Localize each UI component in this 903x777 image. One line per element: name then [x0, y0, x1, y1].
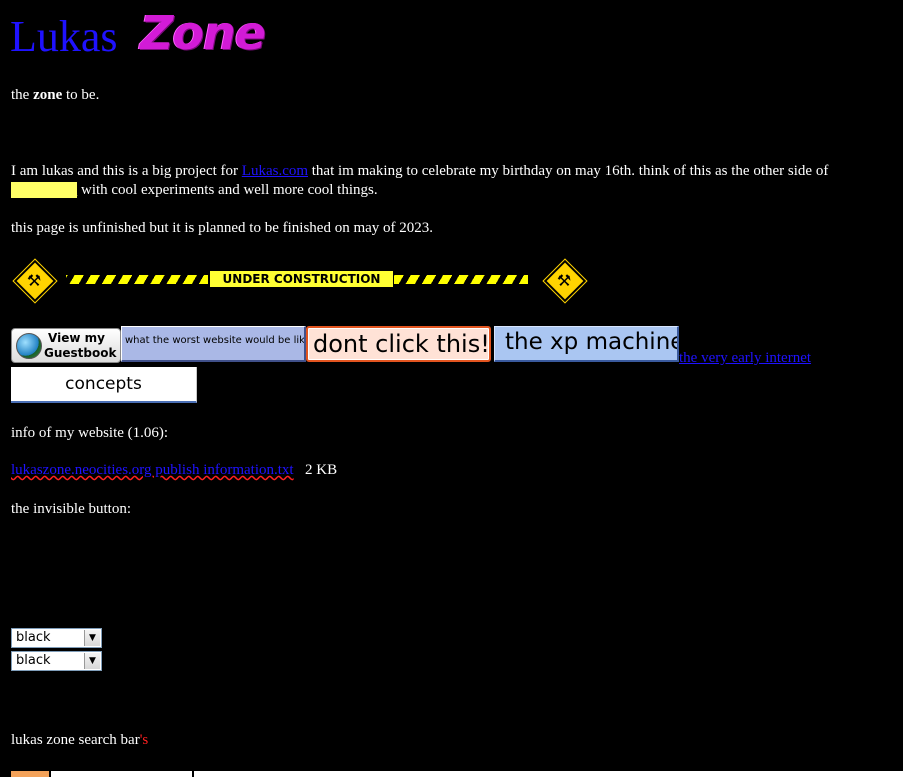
view-guestbook-button[interactable]: View my Guestbook [11, 328, 121, 363]
publish-info-file: lukaszone.neocities.org publish informat… [11, 461, 294, 480]
guestbook-label-line2: Guestbook [44, 346, 117, 360]
tagline-bold: zone [33, 87, 63, 103]
intro-line-1: I am lukas and this is a big project for… [11, 162, 828, 181]
intro-line-2: Lukas.com with cool experiments and well… [11, 181, 378, 200]
tagline: the zone to be. [11, 86, 99, 105]
very-early-internet-link[interactable]: the very early internet [679, 349, 811, 367]
lukas-com-link-2[interactable]: Lukas.com [11, 182, 78, 198]
under-construction-banner: ⚒ UNDER CONSTRUCTION ⚒ [12, 258, 588, 304]
concepts-button[interactable]: concepts [11, 367, 197, 403]
xp-machine-button[interactable]: the xp machine [494, 326, 679, 362]
color-select-1[interactable]: black ▼ [11, 628, 102, 648]
chevron-down-icon: ▼ [84, 630, 100, 646]
intro-text-a: I am lukas and this is a big project for [11, 163, 242, 179]
under-construction-text: UNDER CONSTRUCTION [210, 271, 393, 287]
globe-icon [16, 333, 42, 359]
file-size: 2 KB [305, 462, 338, 478]
worst-website-button[interactable]: what the worst website would be like [121, 326, 306, 362]
invisible-button-label: the invisible button: [11, 501, 131, 517]
intro-text-b: that im making to celebrate my birthday … [308, 163, 829, 179]
search-engine-tab[interactable] [11, 771, 49, 777]
caution-stripes-right [394, 275, 528, 284]
publish-info-file-link[interactable]: lukaszone.neocities.org publish informat… [11, 462, 294, 478]
color-select-2-value: black [16, 653, 51, 668]
lukas-com-link-1[interactable]: Lukas.com [242, 163, 308, 179]
chevron-down-icon: ▼ [84, 653, 100, 669]
search-bar-label: lukas zone search bar's [11, 731, 148, 750]
color-select-1-value: black [16, 630, 51, 645]
intro-text-c: with cool experiments and well more cool… [77, 182, 378, 198]
dont-click-button[interactable]: dont click this! [306, 326, 491, 362]
search-label-tail: 's [139, 732, 149, 748]
site-title-lukas: Lukas [10, 12, 118, 61]
guestbook-label-line1: View my [48, 331, 105, 345]
caution-stripes-left [66, 275, 208, 284]
tagline-suffix: to be. [62, 87, 100, 103]
tagline-prefix: the [11, 87, 34, 103]
unfinished-note: this page is unfinished but it is planne… [11, 220, 434, 236]
search-results-frame [194, 771, 903, 777]
color-select-2[interactable]: black ▼ [11, 651, 102, 671]
site-title-zone-logo: Zone [140, 6, 266, 60]
website-info-heading: info of my website (1.06): [11, 425, 169, 441]
search-label-main: lukas zone search bar [11, 732, 140, 748]
search-input[interactable] [51, 771, 192, 777]
